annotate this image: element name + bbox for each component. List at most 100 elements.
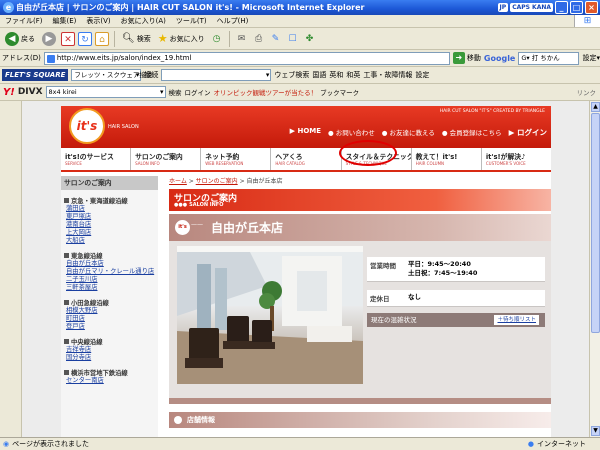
tell-friend-link[interactable]: ● お友達に教える (382, 127, 435, 138)
contact-link[interactable]: ● お問い合わせ (328, 127, 375, 138)
google-settings-button[interactable]: 設定▾ (582, 53, 600, 63)
yahoo-logo[interactable]: Y! (3, 87, 15, 98)
menu-view[interactable]: 表示(V) (81, 16, 115, 26)
wait-list-button[interactable]: ＋待ち順リスト (494, 315, 539, 325)
menu-file[interactable]: ファイル(F) (0, 16, 48, 26)
close-button[interactable]: × (585, 1, 598, 14)
menu-edit[interactable]: 編集(E) (48, 16, 82, 26)
go-button[interactable]: ➜ 移動 (452, 52, 481, 64)
shop-link[interactable]: 登戸店 (61, 323, 158, 331)
bookmark-button[interactable]: ブックマーク (320, 87, 359, 97)
crowd-status-label: 現在の混雑状況 (371, 316, 417, 324)
shop-link[interactable]: 上大岡店 (61, 229, 158, 237)
breadcrumb-salon[interactable]: サロンのご案内 (196, 178, 238, 185)
links-label[interactable]: リンク (577, 87, 597, 97)
google-search-input[interactable]: G▾ 打 ちかん (518, 51, 580, 65)
home-link[interactable]: ▶ HOME (290, 127, 321, 138)
address-input[interactable]: http://www.eits.jp/salon/index_19.html (43, 51, 450, 65)
nav-salon-info[interactable]: サロンのご案内 SALON INFO (131, 148, 202, 170)
go-label: 移動 (466, 54, 481, 62)
bullet-square-icon (64, 253, 69, 258)
stop-icon[interactable]: ✕ (61, 31, 75, 46)
shop-link[interactable]: 国分寺店 (61, 354, 158, 362)
search-button[interactable]: 🔍︎ 検索 (120, 30, 153, 48)
login-link-label: ログイン (517, 128, 547, 137)
shop-link[interactable]: 蒲田店 (61, 205, 158, 213)
minimize-button[interactable]: _ (555, 1, 568, 14)
web-page: it's HAIR SALON HAIR CUT SALON "IT'S" CR… (61, 106, 551, 437)
yahoo-search-button[interactable]: 検索 (169, 87, 182, 97)
nav-web-reservation-sub: WEB RESERVATION (205, 161, 244, 166)
nav-hair-column[interactable]: 教えて！it's! HAIR COLUMN (412, 148, 482, 170)
mail-icon[interactable]: ✉ (235, 32, 249, 46)
yahoo-login-button[interactable]: ログイン (185, 87, 211, 97)
back-button[interactable]: ◀ 戻る (3, 30, 37, 48)
salon-photo (177, 246, 363, 384)
maintenance-info-link[interactable]: 工事・故障情報 (363, 70, 412, 80)
home-icon[interactable]: ⌂ (95, 31, 109, 46)
research-icon[interactable]: ✤ (303, 32, 317, 46)
lang-badge[interactable]: JP (497, 3, 509, 12)
shop-link[interactable]: 町田店 (61, 315, 158, 323)
divx-logo[interactable]: DIVX (18, 87, 43, 97)
section-en-label: SALON INFO (189, 202, 224, 208)
standard-toolbar: ◀ 戻る ▶ ✕ ↻ ⌂ 🔍︎ 検索 ★ お気に入り ◷ ✉ ⎙ ✎ ☐ ✤ (0, 28, 600, 50)
shop-link[interactable]: 東戸塚店 (61, 213, 158, 221)
nav-web-reservation[interactable]: ネット予約 WEB RESERVATION (201, 148, 272, 170)
shop-link[interactable]: 相模大野店 (61, 307, 158, 315)
shop-link[interactable]: センター南店 (61, 377, 158, 385)
line-heading-label: 小田急線沿線 (71, 300, 109, 307)
line-heading: 東急線沿線 (61, 251, 158, 260)
nav-salon-info-sub: SALON INFO (135, 161, 160, 166)
site-logo-sub: HAIR SALON (108, 124, 139, 130)
shop-link[interactable]: 港南台店 (61, 221, 158, 229)
shop-link[interactable]: 三軒茶屋店 (61, 284, 158, 292)
flets-search-select[interactable] (161, 69, 272, 81)
window-title-bar: e 自由が丘本店 | サロンのご案内 | HAIR CUT SALON it's… (0, 0, 600, 15)
flets-square-logo[interactable]: FLET'S SQUARE (2, 69, 69, 81)
menu-tools[interactable]: ツール(T) (171, 16, 212, 26)
scroll-up-icon[interactable]: ▲ (591, 102, 600, 112)
flets-connect-select[interactable]: フレッツ・スクウェア接続 (71, 69, 152, 81)
yahoo-toolbar: Y! DIVX 8x4 kirei 検索 ログイン オリンピック観戦ツアーが当た… (0, 84, 600, 101)
olympic-promo-link[interactable]: オリンピック観戦ツアーが当たる！ (214, 87, 318, 97)
shop-link[interactable]: 自由が丘マリ・クレール通り店 (61, 268, 158, 276)
divx-search-select[interactable]: 8x4 kirei (45, 86, 166, 98)
breadcrumb-home[interactable]: ホーム (169, 178, 187, 185)
login-link[interactable]: ▶ ログイン (509, 127, 547, 138)
flets-settings-link[interactable]: 設定 (415, 70, 429, 80)
breadcrumb-sep: > (186, 178, 196, 185)
dictionary-ej-link[interactable]: 英和 (329, 70, 343, 80)
scroll-down-icon[interactable]: ▼ (591, 426, 600, 436)
messenger-icon[interactable]: ☐ (286, 32, 300, 46)
hours-weekday: 平日：9:45〜20:40 (408, 260, 471, 268)
site-logo[interactable]: it's (69, 108, 105, 144)
forward-button[interactable]: ▶ (40, 30, 58, 48)
shop-link[interactable]: 自由が丘本店 (61, 260, 158, 268)
print-icon[interactable]: ⎙ (252, 32, 266, 46)
menu-favorites[interactable]: お気に入り(A) (116, 16, 171, 26)
back-arrow-icon: ◀ (5, 31, 19, 46)
dictionary-je-link[interactable]: 和英 (346, 70, 360, 80)
shop-link[interactable]: 吉祥寺店 (61, 346, 158, 354)
windows-logo-icon: ⊞ (574, 15, 600, 27)
history-icon[interactable]: ◷ (210, 32, 224, 46)
vertical-scrollbar[interactable]: ▲ ▼ (589, 101, 600, 437)
breadcrumb: ホーム > サロンのご案内 > 自由が丘本店 (169, 176, 551, 185)
shop-link[interactable]: 二子玉川店 (61, 276, 158, 284)
nav-customer-voice[interactable]: it's!が解決♪ CUSTOMER'S VOICE (482, 148, 551, 170)
refresh-icon[interactable]: ↻ (78, 31, 92, 46)
shop-link[interactable]: 大船店 (61, 237, 158, 245)
edit-icon[interactable]: ✎ (269, 32, 283, 46)
favorites-button[interactable]: ★ お気に入り (156, 30, 207, 48)
register-link[interactable]: ● 会員登録はこちら (442, 127, 502, 138)
menu-help[interactable]: ヘルプ(H) (212, 16, 254, 26)
nav-service[interactable]: it's!のサービス SERVICE (61, 148, 132, 170)
maximize-button[interactable]: □ (570, 1, 583, 14)
internet-zone-icon: ● (527, 440, 534, 448)
scrollbar-thumb[interactable] (591, 113, 600, 333)
dictionary-jp-link[interactable]: 国語 (312, 70, 326, 80)
bullet-square-icon (64, 339, 69, 344)
nav-hair-catalog[interactable]: ヘアくろ HAIR CATALOG (271, 148, 342, 170)
web-search-button[interactable]: ウェブ検索 (274, 70, 309, 80)
